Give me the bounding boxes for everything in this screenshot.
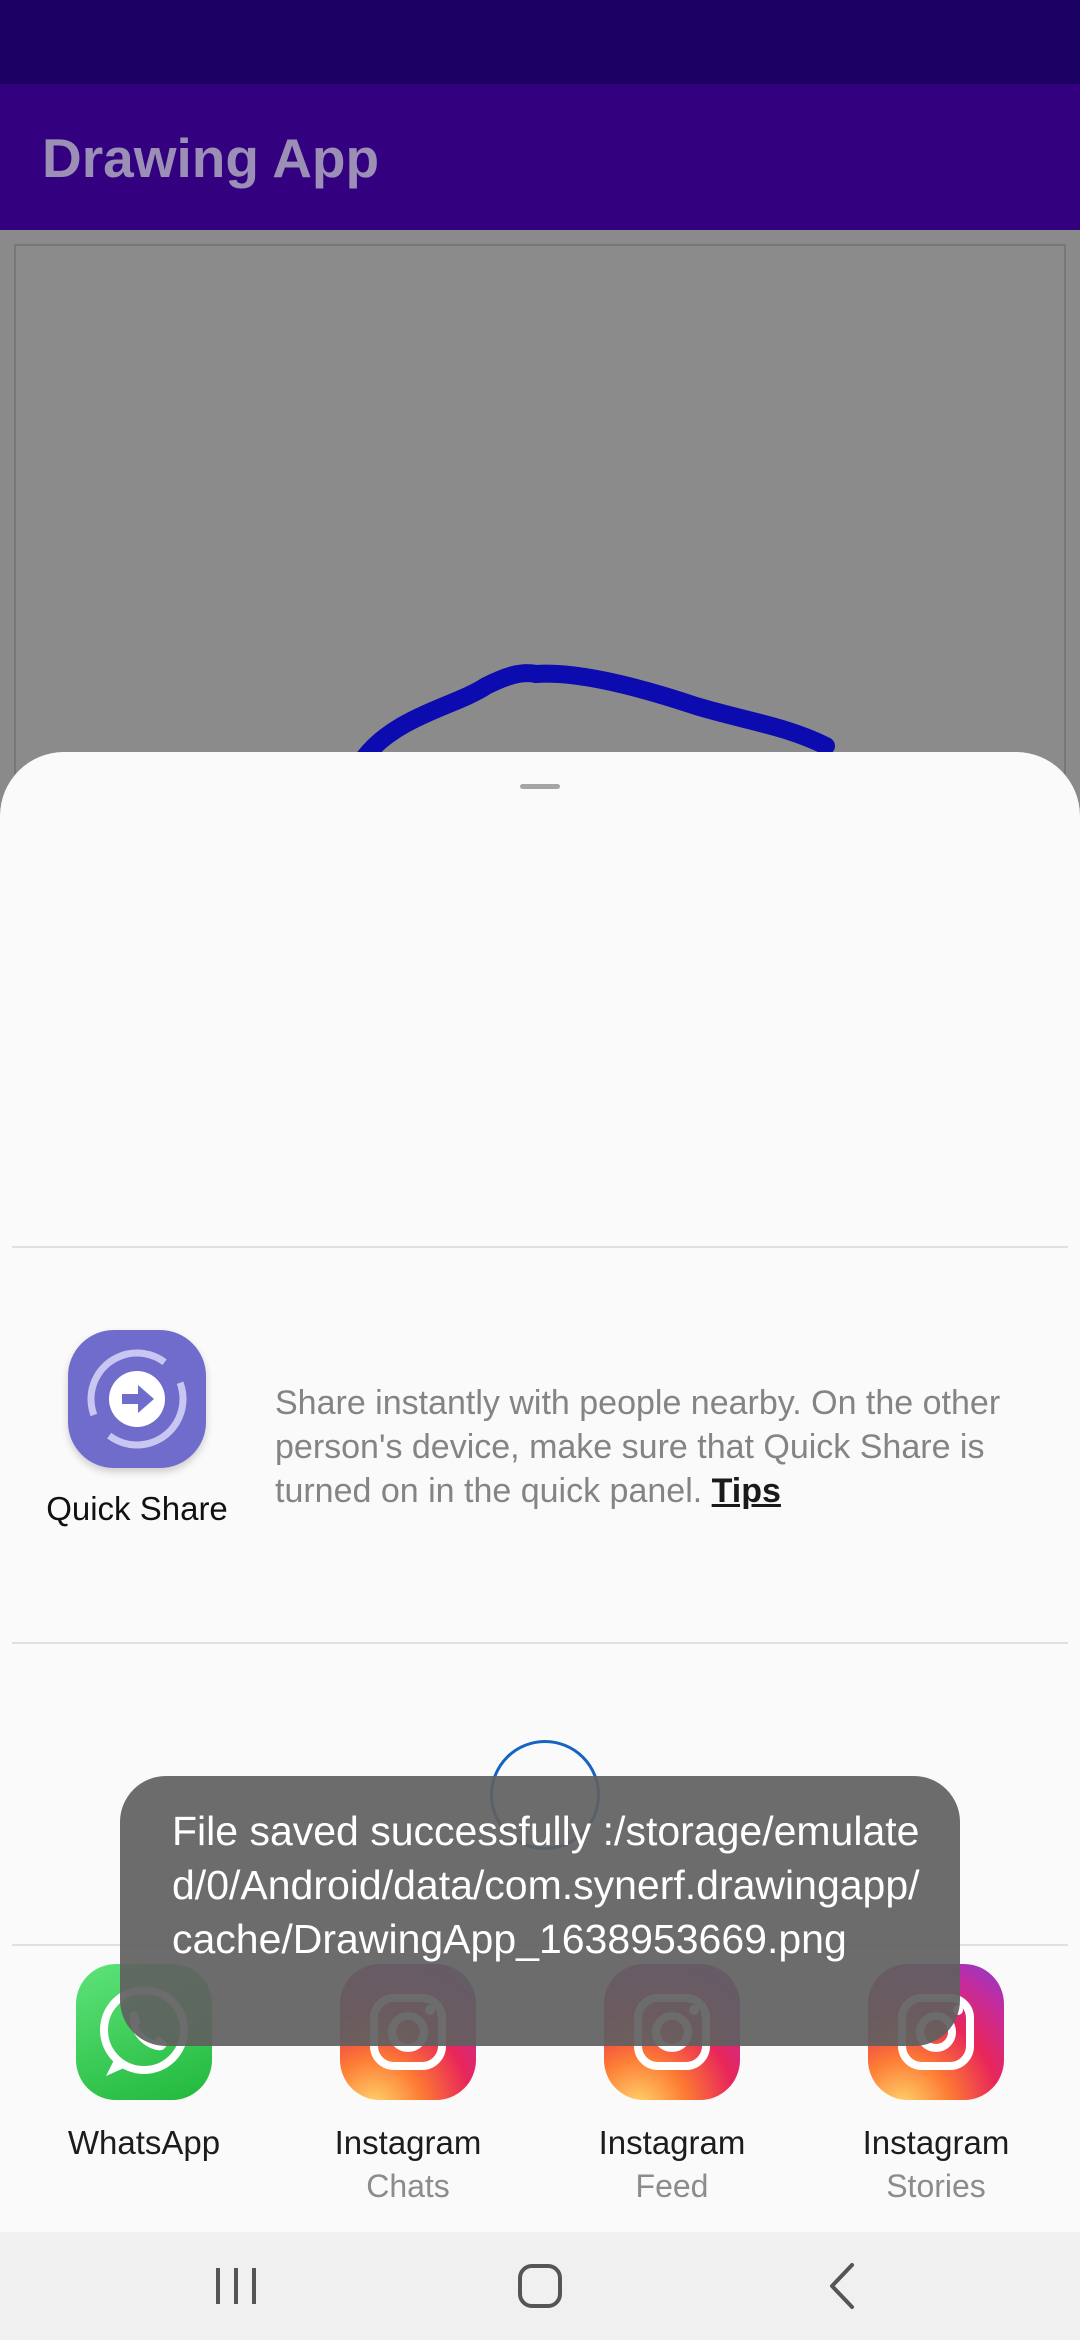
- home-icon: [518, 2264, 562, 2308]
- app-bar: Drawing App: [0, 84, 1080, 230]
- app-name: WhatsApp: [67, 2124, 221, 2161]
- quick-share-description: Share instantly with people nearby. On t…: [275, 1381, 1015, 1513]
- divider: [12, 1642, 1068, 1644]
- status-bar: [0, 0, 1080, 84]
- app-name: Instagram: [598, 2124, 746, 2161]
- recents-icon: [216, 2268, 256, 2304]
- sheet-drag-handle[interactable]: [520, 784, 560, 789]
- toast: File saved successfully :/storage/emulat…: [120, 1776, 960, 2046]
- quick-share-icon: [87, 1349, 187, 1449]
- quick-share-description-text: Share instantly with people nearby. On t…: [275, 1384, 1001, 1510]
- back-icon: [830, 2263, 854, 2309]
- back-button[interactable]: [802, 2256, 882, 2316]
- app-title: Drawing App: [42, 127, 380, 189]
- toast-message: File saved successfully :/storage/emulat…: [172, 1808, 920, 1962]
- navigation-bar: [0, 2232, 1080, 2340]
- recents-button[interactable]: [197, 2256, 277, 2316]
- tips-link[interactable]: Tips: [712, 1472, 781, 1510]
- quick-share-label: Quick Share: [46, 1490, 228, 1527]
- quick-share-button[interactable]: [68, 1330, 206, 1468]
- app-subtitle: Feed: [635, 2168, 709, 2204]
- app-name: Instagram: [862, 2124, 1010, 2161]
- home-button[interactable]: [500, 2256, 580, 2316]
- app-subtitle: Stories: [886, 2168, 986, 2204]
- app-name: Instagram: [334, 2124, 482, 2161]
- app-subtitle: Chats: [366, 2168, 450, 2204]
- divider: [12, 1246, 1068, 1248]
